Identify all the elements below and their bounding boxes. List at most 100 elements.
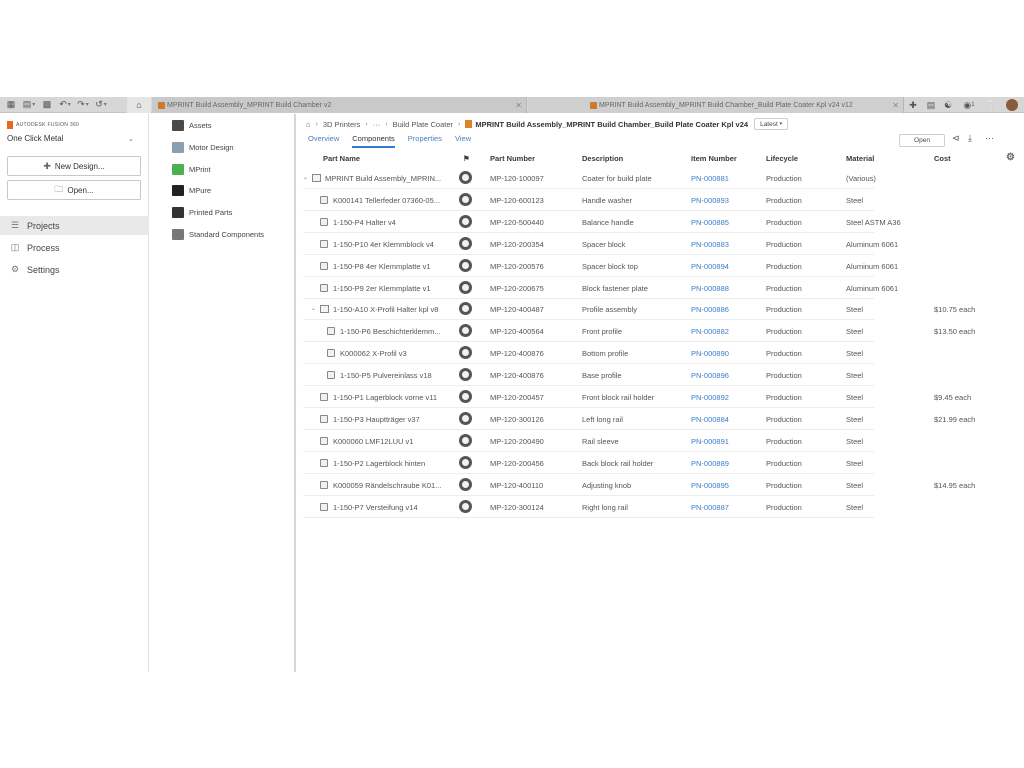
- item-number-link[interactable]: PN-000891: [691, 437, 729, 446]
- chevron-down-icon[interactable]: ⌄: [128, 135, 134, 143]
- part-name[interactable]: 1-150-P3 Hauptträger v37: [333, 415, 420, 424]
- help-icon[interactable]: ❔: [986, 99, 998, 111]
- col-part-name[interactable]: Part Name: [323, 154, 360, 163]
- table-row[interactable]: 1-150-P6 Beschichterklemm... MP-120-40056…: [298, 320, 1024, 343]
- team-name[interactable]: One Click Metal: [7, 134, 63, 143]
- nav-settings[interactable]: ⚙ Settings: [0, 260, 149, 279]
- tab-properties[interactable]: Properties: [408, 134, 442, 148]
- item-number-link[interactable]: PN-000890: [691, 349, 729, 358]
- item-number-link[interactable]: PN-000893: [691, 196, 729, 205]
- history-icon[interactable]: ↺ ▾: [94, 99, 108, 111]
- version-dropdown[interactable]: Latest ▾: [754, 118, 789, 130]
- file-menu-icon[interactable]: ▤ ▾: [22, 99, 36, 111]
- document-tab-2[interactable]: MPRINT Build Assembly_MPRINT Build Chamb…: [528, 97, 904, 113]
- item-number-link[interactable]: PN-000887: [691, 503, 729, 512]
- item-number-link[interactable]: PN-000884: [691, 415, 729, 424]
- part-name[interactable]: 1-150-A10 X-Profil Halter kpl v8: [333, 305, 438, 314]
- table-row[interactable]: K000062 X-Profil v3 MP-120-400876 Bottom p…: [298, 342, 1024, 365]
- job-status-icon[interactable]: ▤: [925, 99, 937, 111]
- item-number-link[interactable]: PN-000894: [691, 262, 729, 271]
- item-number-link[interactable]: PN-000895: [691, 481, 729, 490]
- col-description[interactable]: Description: [582, 154, 623, 163]
- table-row[interactable]: 1-150-P9 2er Klemmplatte v1 MP-120-200675…: [298, 277, 1024, 299]
- new-tab-icon[interactable]: ✚: [907, 99, 919, 111]
- redo-icon[interactable]: ↷ ▾: [76, 99, 90, 111]
- download-icon[interactable]: ⤓: [968, 133, 972, 144]
- item-number-link[interactable]: PN-000888: [691, 284, 729, 293]
- nav-process[interactable]: ◫ Process: [0, 238, 149, 257]
- table-row[interactable]: 1-150-P4 Halter v4 MP-120-500440 Balance h…: [298, 211, 1024, 233]
- part-name[interactable]: 1-150-P10 4er Klemmblock v4: [333, 240, 434, 249]
- tab-overview[interactable]: Overview: [308, 134, 339, 148]
- part-name[interactable]: K000062 X-Profil v3: [340, 349, 407, 358]
- open-button[interactable]: 🗀 Open...: [7, 180, 141, 200]
- table-row[interactable]: 1-150-P3 Hauptträger v37 MP-120-300126 Lef…: [298, 408, 1024, 430]
- home-tab[interactable]: ⌂: [127, 97, 151, 113]
- table-row[interactable]: K000059 Rändelschraube K01... MP-120-4001…: [298, 474, 1024, 496]
- col-cost[interactable]: Cost: [934, 154, 951, 163]
- col-lifecycle[interactable]: Lifecycle: [766, 154, 798, 163]
- breadcrumb-ellipsis[interactable]: ···: [373, 120, 381, 129]
- project-item-standard-components[interactable]: Standard Components: [149, 224, 294, 244]
- col-item-number[interactable]: Item Number: [691, 154, 737, 163]
- part-name[interactable]: K000060 LMF12LUU v1: [333, 437, 413, 446]
- table-row[interactable]: 1-150-P2 Lagerblock hinten MP-120-200456 B…: [298, 452, 1024, 474]
- nav-projects[interactable]: ☰ Projects: [0, 216, 149, 235]
- project-item-mpure[interactable]: MPure: [149, 180, 294, 200]
- close-icon[interactable]: ✕: [515, 101, 522, 110]
- chevron-down-icon[interactable]: ⌄: [303, 174, 308, 181]
- table-row[interactable]: K000060 LMF12LUU v1 MP-120-200490 Rail sle…: [298, 430, 1024, 452]
- part-name[interactable]: 1-150-P6 Beschichterklemm...: [340, 327, 440, 336]
- open-button[interactable]: Open: [899, 134, 945, 147]
- chevron-down-icon[interactable]: ⌄: [311, 305, 316, 312]
- close-icon[interactable]: ✕: [892, 101, 899, 110]
- table-row[interactable]: K000141 Tellerfeder 07360-05... MP-120-60…: [298, 189, 1024, 211]
- undo-icon[interactable]: ↶ ▾: [58, 99, 72, 111]
- part-name[interactable]: 1-150-P4 Halter v4: [333, 218, 396, 227]
- table-row[interactable]: 1-150-P8 4er Klemmplatte v1 MP-120-200576…: [298, 255, 1024, 277]
- notifications-icon[interactable]: ◉ 1: [960, 99, 978, 111]
- part-name[interactable]: 1-150-P1 Lagerblock vorne v11: [333, 393, 437, 402]
- avatar[interactable]: [1006, 99, 1018, 111]
- tab-view[interactable]: View: [455, 134, 471, 148]
- part-name[interactable]: 1-150-P9 2er Klemmplatte v1: [333, 284, 431, 293]
- new-design-button[interactable]: ✚ New Design...: [7, 156, 141, 176]
- item-number-link[interactable]: PN-000889: [691, 459, 729, 468]
- breadcrumb-item[interactable]: Build Plate Coater: [393, 120, 453, 129]
- home-icon[interactable]: ⌂: [306, 120, 311, 129]
- table-row[interactable]: 1-150-P1 Lagerblock vorne v11 MP-120-2004…: [298, 386, 1024, 408]
- breadcrumb-item[interactable]: 3D Printers: [323, 120, 361, 129]
- table-row[interactable]: ⌄ 1-150-A10 X-Profil Halter kpl v8 MP-120-…: [298, 298, 1024, 321]
- more-icon[interactable]: ···: [985, 133, 994, 143]
- part-name[interactable]: 1-150-P2 Lagerblock hinten: [333, 459, 425, 468]
- table-row[interactable]: 1-150-P10 4er Klemmblock v4 MP-120-200354…: [298, 233, 1024, 255]
- data-panel-icon[interactable]: ▦: [4, 99, 18, 111]
- extensions-icon[interactable]: ☯: [942, 99, 954, 111]
- project-item-assets[interactable]: Assets: [149, 115, 294, 135]
- gear-icon[interactable]: ⚙: [1006, 152, 1015, 163]
- col-part-number[interactable]: Part Number: [490, 154, 535, 163]
- project-item-printed-parts[interactable]: Printed Parts: [149, 202, 294, 222]
- item-number-link[interactable]: PN-000881: [691, 174, 729, 183]
- part-name[interactable]: MPRINT Build Assembly_MPRIN...: [325, 174, 441, 183]
- document-tab-1[interactable]: MPRINT Build Assembly_MPRINT Build Chamb…: [152, 97, 527, 113]
- item-number-link[interactable]: PN-000885: [691, 218, 729, 227]
- part-name[interactable]: 1-150-P5 Pulvereinlass v18: [340, 371, 432, 380]
- part-name[interactable]: K000141 Tellerfeder 07360-05...: [333, 196, 440, 205]
- tab-components[interactable]: Components: [352, 134, 395, 148]
- item-number-link[interactable]: PN-000883: [691, 240, 729, 249]
- table-row[interactable]: ⌄ MPRINT Build Assembly_MPRIN... MP-120-10…: [298, 167, 1024, 189]
- item-number-link[interactable]: PN-000892: [691, 393, 729, 402]
- part-name[interactable]: 1-150-P8 4er Klemmplatte v1: [333, 262, 431, 271]
- col-material[interactable]: Material: [846, 154, 874, 163]
- table-row[interactable]: 1-150-P5 Pulvereinlass v18 MP-120-400876 B…: [298, 364, 1024, 387]
- save-icon[interactable]: ▩: [40, 99, 54, 111]
- item-number-link[interactable]: PN-000886: [691, 305, 729, 314]
- table-row[interactable]: 1-150-P7 Versteifung v14 MP-120-300124 Rig…: [298, 496, 1024, 518]
- item-number-link[interactable]: PN-000882: [691, 327, 729, 336]
- share-icon[interactable]: ⊲: [952, 133, 960, 144]
- item-number-link[interactable]: PN-000896: [691, 371, 729, 380]
- part-name[interactable]: 1-150-P7 Versteifung v14: [333, 503, 418, 512]
- project-item-motor-design[interactable]: Motor Design: [149, 137, 294, 157]
- part-name[interactable]: K000059 Rändelschraube K01...: [333, 481, 441, 490]
